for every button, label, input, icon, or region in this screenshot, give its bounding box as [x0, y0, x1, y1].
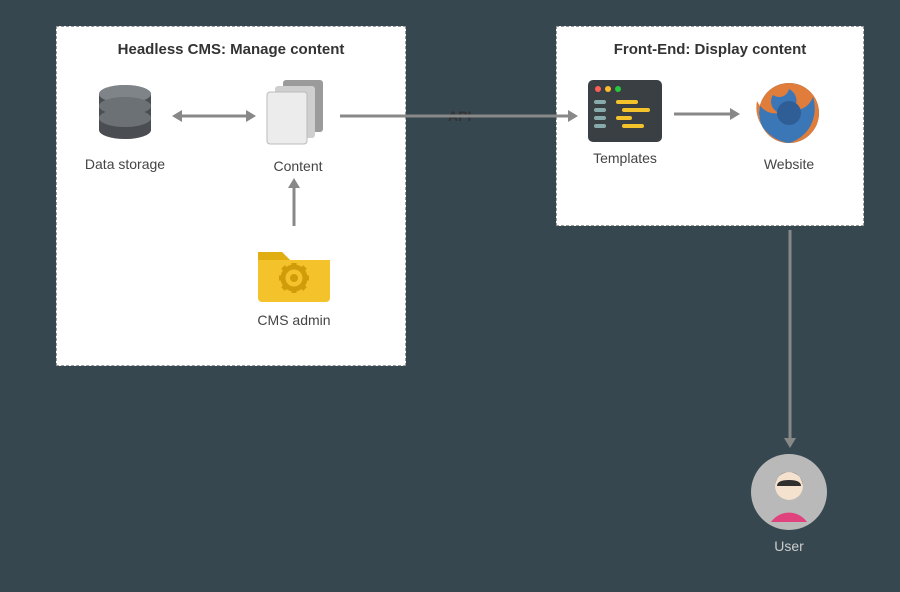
documents-icon — [261, 76, 335, 152]
arrow-website-user — [778, 228, 802, 450]
label-user: User — [744, 538, 834, 554]
label-api: API — [444, 108, 475, 124]
panel-title-cms: Headless CMS: Manage content — [57, 41, 405, 58]
label-templates: Templates — [580, 150, 670, 166]
label-content: Content — [258, 158, 338, 174]
panel-title-frontend: Front-End: Display content — [557, 41, 863, 58]
label-website: Website — [744, 156, 834, 172]
user-avatar-icon — [749, 452, 829, 532]
browser-icon — [752, 76, 826, 150]
node-templates: Templates — [580, 78, 670, 166]
database-icon — [90, 80, 160, 150]
label-cms-admin: CMS admin — [244, 312, 344, 328]
node-website: Website — [744, 76, 834, 172]
node-data-storage: Data storage — [80, 80, 170, 172]
label-data-storage: Data storage — [80, 156, 170, 172]
panel-headless-cms: Headless CMS: Manage content — [56, 26, 406, 366]
node-content: Content — [258, 76, 338, 174]
folder-gear-icon — [252, 236, 336, 306]
code-editor-icon — [586, 78, 664, 144]
node-user: User — [744, 452, 834, 554]
node-cms-admin: CMS admin — [244, 236, 344, 328]
